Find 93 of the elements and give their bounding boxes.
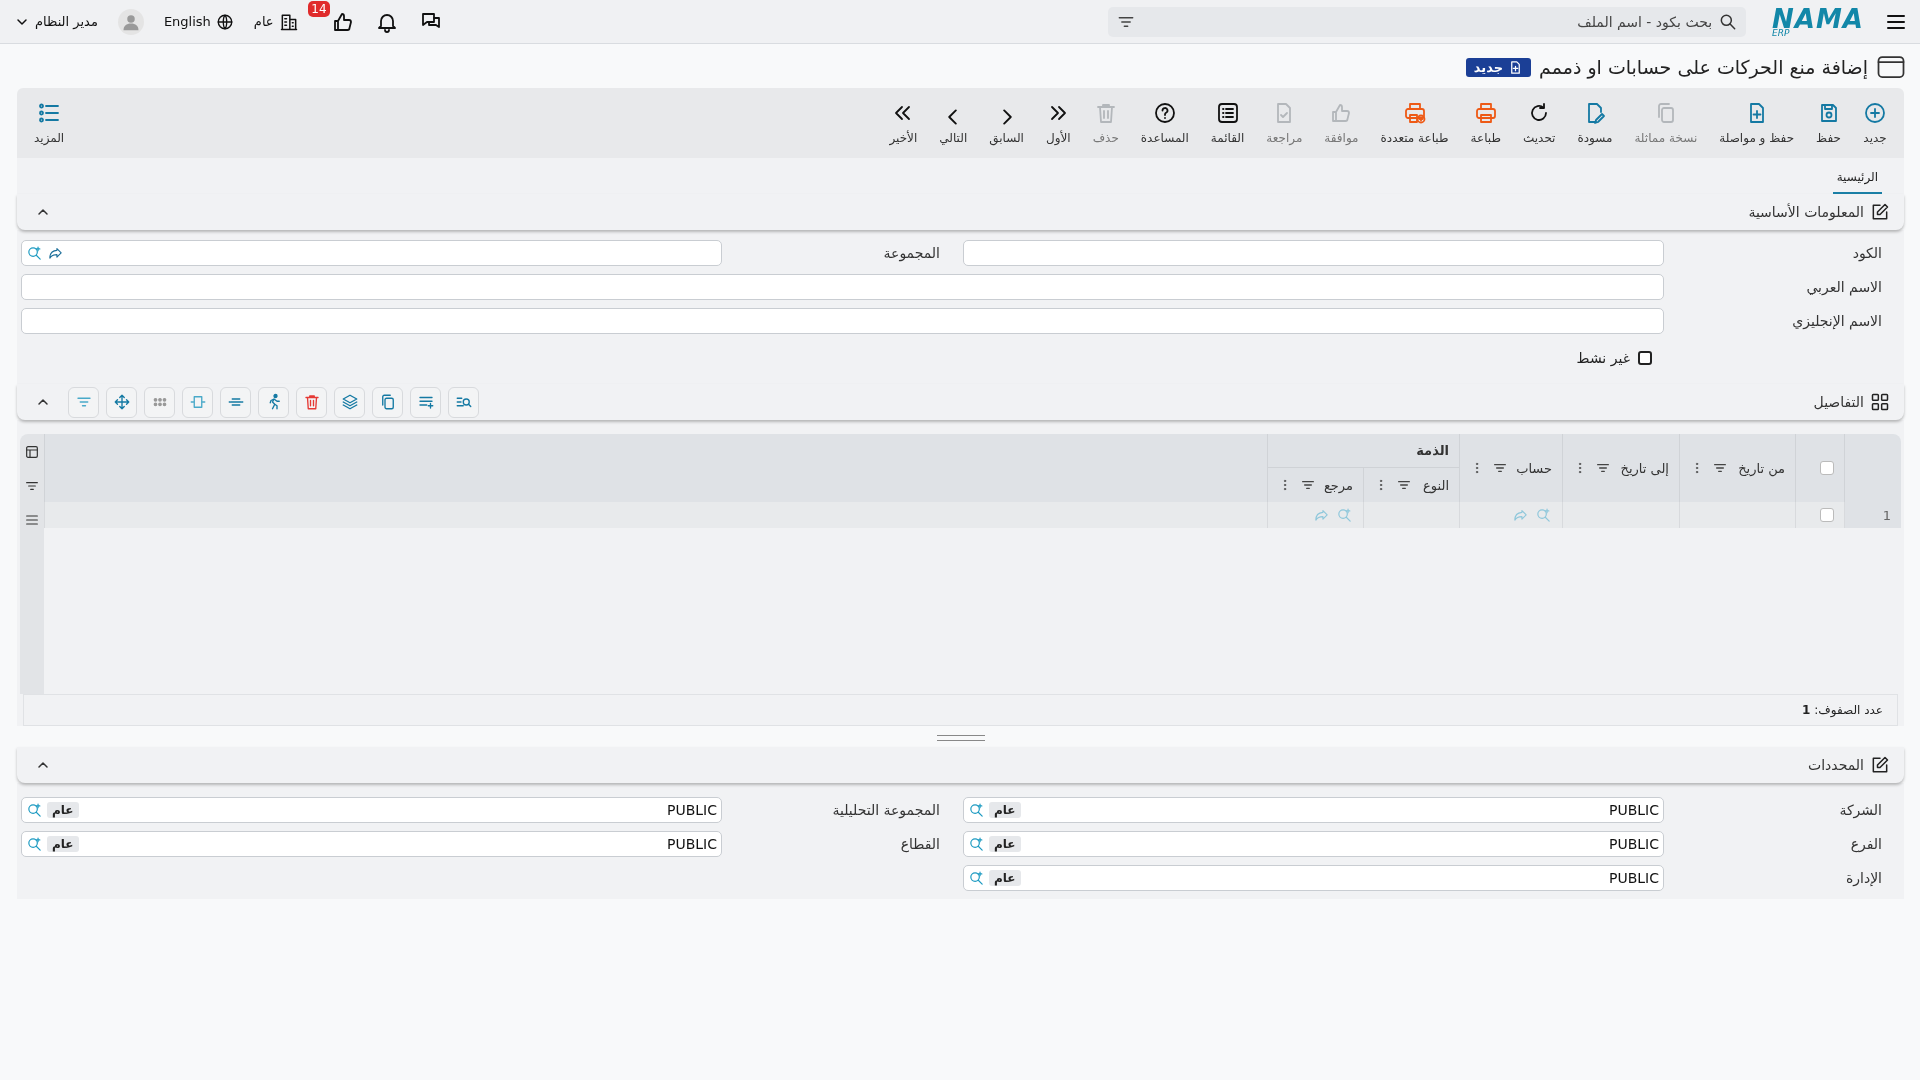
tag: عام (989, 836, 1021, 852)
column-fit-icon (188, 393, 207, 411)
user-menu[interactable]: مدير النظام (14, 13, 98, 30)
grid-tool-button[interactable] (258, 386, 289, 418)
checkbox[interactable] (1638, 351, 1652, 365)
tag: عام (989, 802, 1021, 818)
grid-tool-button[interactable] (220, 386, 251, 418)
field-label: الفرع (1849, 836, 1883, 852)
search-plus-icon (968, 869, 985, 887)
toolbar-button[interactable]: الأول (1034, 101, 1082, 145)
table-icon (24, 444, 40, 460)
grid-tool-button[interactable] (334, 386, 365, 418)
search-plus-icon (26, 244, 43, 262)
globe-icon (215, 12, 234, 31)
table-row[interactable]: 1 (44, 502, 1901, 528)
toolbar-button[interactable]: السابق (978, 101, 1035, 145)
toolbar-button[interactable]: المساعدة (1129, 101, 1200, 145)
menu-icon (24, 512, 40, 528)
section-title: التفاصيل (1813, 394, 1864, 410)
row-checkbox[interactable] (1820, 508, 1834, 522)
grid-tool-button[interactable] (68, 386, 99, 418)
field-label: المجموعة التحليلية (831, 802, 941, 818)
chevron-right-icon (1001, 109, 1012, 125)
row-number: 1 (1844, 502, 1901, 528)
layers-icon (340, 393, 359, 411)
input-field[interactable] (21, 274, 1664, 300)
edit-icon (1870, 202, 1890, 222)
grid-tool-button[interactable] (106, 386, 137, 418)
field-label: الاسم الإنجليزي (1791, 313, 1883, 329)
grid-tool-button[interactable] (410, 386, 441, 418)
toolbar-button[interactable]: تحديث (1511, 101, 1567, 145)
select-all-checkbox[interactable] (1820, 461, 1834, 475)
toolbar-button[interactable]: حفظ و مواصلة (1708, 101, 1806, 145)
input-field[interactable] (963, 240, 1664, 266)
field-label: الإدارة (1844, 870, 1883, 886)
input-field[interactable] (21, 308, 1664, 334)
search-plus-icon (26, 801, 43, 819)
field-label: المجموعة (882, 245, 941, 261)
printer-plus-icon (1402, 101, 1427, 125)
grid-tool-button[interactable] (296, 386, 327, 418)
tag: عام (989, 870, 1021, 886)
help-icon (1152, 101, 1177, 125)
section-title: المحددات (1808, 757, 1864, 773)
search-field[interactable]: بحث بكود - اسم الملف (1108, 6, 1747, 37)
grid-tool-button[interactable] (182, 386, 213, 418)
column-title: النوع (1423, 477, 1449, 493)
move-icon (112, 393, 131, 411)
count-badge: 14 (308, 1, 330, 17)
edit-icon (1870, 755, 1890, 775)
toolbar-button[interactable]: القائمة (1199, 101, 1256, 145)
trash-icon (302, 393, 321, 411)
column-group-header: الذمة (1267, 434, 1459, 468)
checkbox-label: غير نشط (1576, 350, 1630, 366)
toolbar-button[interactable]: جديد (1852, 101, 1898, 145)
toolbar-button[interactable]: الأخير (878, 101, 929, 145)
printer-icon (1473, 101, 1498, 125)
grid-tool-button[interactable] (448, 386, 479, 418)
avatar[interactable] (117, 8, 144, 35)
status-badge: جديد (1465, 57, 1532, 77)
grid-icon (1870, 392, 1890, 412)
more-button[interactable]: المزيد (23, 101, 76, 145)
search-plus-icon (26, 835, 43, 853)
column-title: إلى تاريخ (1620, 460, 1669, 476)
toolbar-button[interactable]: طباعة متعددة (1369, 101, 1460, 145)
field-label: القطاع (899, 836, 941, 852)
grid-tool-button[interactable] (144, 386, 175, 418)
toolbar-button[interactable]: طباعة (1459, 101, 1512, 145)
field-label: الكود (1851, 245, 1883, 261)
search-plus-icon (1336, 506, 1353, 524)
branch-selector[interactable]: عام (253, 11, 299, 32)
chevron-left-icon (948, 109, 959, 125)
column-title: مرجع (1323, 477, 1353, 493)
plus-circle-icon (1863, 101, 1887, 125)
page-title: إضافة منع الحركات على حسابات او ذممم (1539, 56, 1868, 78)
tag: عام (47, 836, 79, 852)
tag: عام (47, 802, 79, 818)
language-selector[interactable]: English (163, 12, 234, 31)
grid-tool-button[interactable] (372, 386, 403, 418)
search-plus-icon (968, 835, 985, 853)
toolbar-button[interactable]: مسودة (1566, 101, 1624, 145)
list-icon (1215, 101, 1240, 125)
column-title: حساب (1516, 460, 1552, 476)
list-icon (37, 101, 62, 125)
toolbar-button[interactable]: التالي (928, 101, 979, 145)
lookup-field[interactable] (21, 240, 722, 266)
search-plus-icon (1535, 506, 1552, 524)
resize-handle[interactable] (936, 735, 985, 741)
field-label: الاسم العربي (1805, 279, 1883, 295)
toolbar-button[interactable]: حفظ (1805, 101, 1852, 145)
search-plus-icon (968, 801, 985, 819)
section-title: المعلومات الأساسية (1748, 204, 1864, 220)
field-label: الشركة (1838, 802, 1883, 818)
column-title: من تاريخ (1738, 460, 1785, 476)
